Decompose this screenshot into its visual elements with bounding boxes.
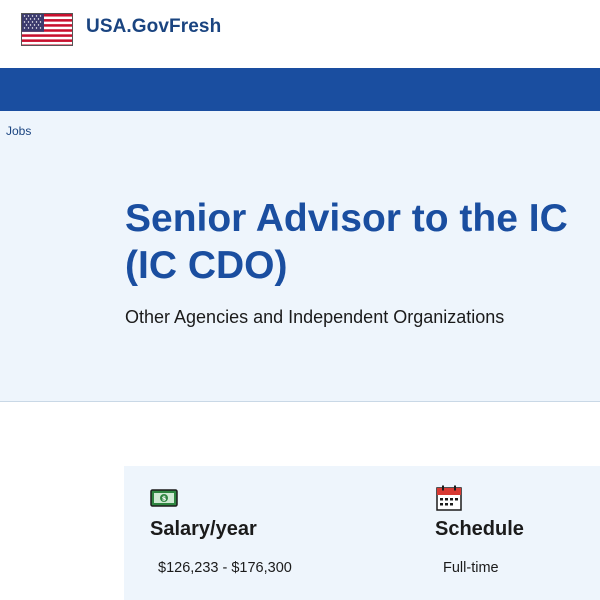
job-hero: Jobs Senior Advisor to the IC (IC CDO) O… xyxy=(0,111,600,402)
salary-label: Salary/year xyxy=(150,518,257,540)
us-flag-icon[interactable] xyxy=(21,13,73,46)
site-header: USA.GovFresh xyxy=(0,0,600,68)
main-nav-bar xyxy=(0,68,600,111)
schedule-label: Schedule xyxy=(435,518,524,540)
job-title-line-2: (IC CDO) xyxy=(125,244,288,287)
breadcrumb-jobs[interactable]: Jobs xyxy=(6,124,31,138)
job-title-line-1: Senior Advisor to the IC xyxy=(125,197,568,240)
job-title: Senior Advisor to the IC (IC CDO) xyxy=(125,195,600,289)
calendar-icon xyxy=(435,484,465,511)
site-brand-link[interactable]: USA.GovFresh xyxy=(86,16,221,38)
agency-name: Other Agencies and Independent Organizat… xyxy=(125,307,505,327)
money-icon: $ xyxy=(150,488,180,510)
schedule-value: Full-time xyxy=(443,560,499,576)
job-summary: $ Salary/year $126,233 - $176,300 Schedu… xyxy=(124,466,600,600)
salary-value: $126,233 - $176,300 xyxy=(158,560,292,576)
svg-text:$: $ xyxy=(162,495,167,503)
